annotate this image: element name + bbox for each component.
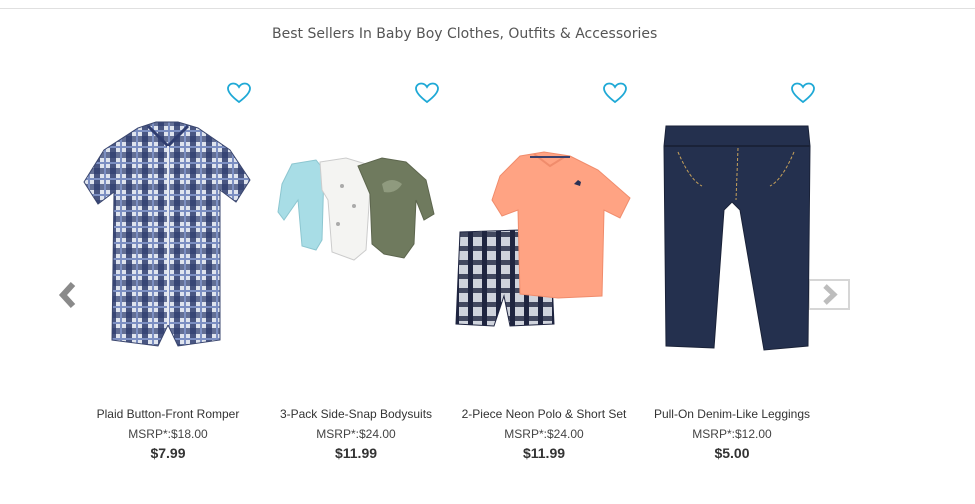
product-price: $11.99 (334, 445, 378, 461)
product-name[interactable]: Pull-On Denim-Like Leggings (642, 407, 822, 421)
heart-icon (603, 82, 627, 104)
product-image-leggings[interactable] (642, 120, 822, 360)
msrp-label: MSRP*: (504, 427, 547, 441)
section-title: Best Sellers In Baby Boy Clothes, Outfit… (272, 26, 658, 42)
top-divider (0, 8, 975, 9)
product-msrp: MSRP*:$12.00 (642, 427, 822, 441)
product-name[interactable]: 3-Pack Side-Snap Bodysuits (266, 407, 446, 421)
product-card[interactable]: 3-Pack Side-Snap Bodysuits MSRP*:$24.00 … (266, 80, 446, 470)
favorite-button[interactable] (791, 82, 815, 104)
product-name[interactable]: Plaid Button-Front Romper (78, 407, 258, 421)
msrp-value: $12.00 (734, 427, 772, 441)
product-price: $11.99 (522, 445, 566, 461)
product-image-romper[interactable] (78, 120, 258, 360)
msrp-label: MSRP*: (692, 427, 735, 441)
product-card[interactable]: 2-Piece Neon Polo & Short Set MSRP*:$24.… (454, 80, 634, 470)
msrp-value: $24.00 (546, 427, 584, 441)
msrp-label: MSRP*: (128, 427, 171, 441)
msrp-label: MSRP*: (316, 427, 359, 441)
carousel-prev-button[interactable] (56, 280, 80, 310)
product-card[interactable]: Pull-On Denim-Like Leggings MSRP*:$12.00… (642, 80, 822, 470)
product-image-bodysuits[interactable] (266, 120, 446, 360)
heart-icon (791, 82, 815, 104)
product-msrp: MSRP*:$24.00 (266, 427, 446, 441)
product-price: $5.00 (714, 445, 750, 461)
favorite-button[interactable] (227, 82, 251, 104)
msrp-value: $24.00 (358, 427, 396, 441)
favorite-button[interactable] (415, 82, 439, 104)
product-msrp: MSRP*:$24.00 (454, 427, 634, 441)
heart-icon (415, 82, 439, 104)
product-card[interactable]: Plaid Button-Front Romper MSRP*:$18.00 $… (78, 80, 258, 470)
chevron-left-icon (58, 281, 76, 309)
product-price: $7.99 (150, 445, 186, 461)
product-msrp: MSRP*:$18.00 (78, 427, 258, 441)
product-name[interactable]: 2-Piece Neon Polo & Short Set (454, 407, 634, 421)
heart-icon (227, 82, 251, 104)
msrp-value: $18.00 (170, 427, 208, 441)
favorite-button[interactable] (603, 82, 627, 104)
product-image-polo-set[interactable] (454, 120, 634, 360)
